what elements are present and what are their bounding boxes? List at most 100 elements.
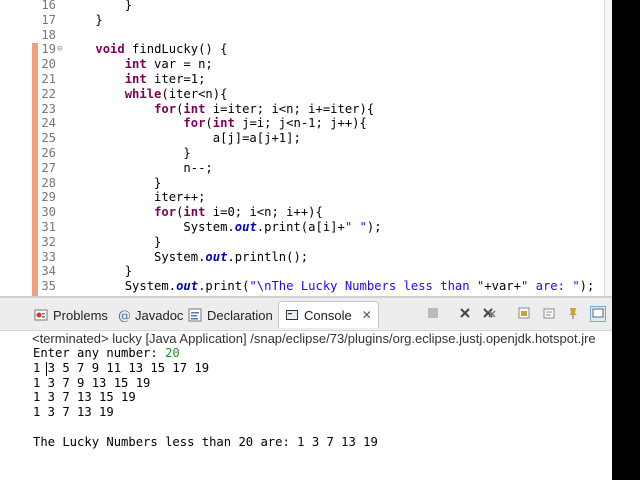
static-field-token: out xyxy=(234,220,257,234)
string-token: " " xyxy=(344,220,367,234)
code-editor[interactable]: 16 } 17 } 18 19 ⊖ void findLucky() {20 int v… xyxy=(0,0,612,296)
fold-toggle-icon[interactable]: ⊖ xyxy=(57,42,62,57)
prompt-line: Enter any number: 20 xyxy=(33,346,180,361)
console-output[interactable]: <terminated> lucky [Java Application] /s… xyxy=(0,331,612,480)
line-number: 19 xyxy=(41,42,56,57)
code-text: iter++; xyxy=(66,190,205,205)
code-line[interactable]: 22 while(iter<n){ xyxy=(0,87,612,102)
code-token: .print( xyxy=(198,279,250,294)
line-number: 28 xyxy=(41,175,56,190)
remove-launch-icon[interactable] xyxy=(458,306,472,320)
code-line[interactable]: 18 xyxy=(0,28,612,43)
code-line[interactable]: 23 for(int i=iter; i<n; i+=iter){ xyxy=(0,102,612,117)
pin-console-icon[interactable] xyxy=(566,306,580,320)
code-token: System. xyxy=(66,249,206,264)
code-text: System.out.print(a[i]+" "); xyxy=(66,220,381,235)
code-text: while(iter<n){ xyxy=(66,86,228,102)
code-token: } xyxy=(66,234,162,249)
problems-icon xyxy=(34,308,48,322)
code-token: n--; xyxy=(66,160,213,175)
code-token: } xyxy=(66,264,133,279)
code-line[interactable]: 27 n--; xyxy=(0,161,612,176)
code-line[interactable]: 31 System.out.print(a[i]+" "); xyxy=(0,220,612,235)
scroll-lock-icon[interactable] xyxy=(517,306,531,320)
keyword-token: void xyxy=(95,42,125,57)
code-text: } xyxy=(66,235,161,250)
code-line[interactable]: 24 for(int j=i; j<n-1; j++){ xyxy=(0,116,612,131)
console-output-line: 1 3 7 13 19 xyxy=(33,405,114,420)
code-text: } xyxy=(66,13,102,28)
terminated-status: <terminated> lucky [Java Application] /s… xyxy=(32,331,596,346)
code-line[interactable]: 25 a[j]=a[j+1]; xyxy=(0,131,612,146)
display-selected-console-icon[interactable] xyxy=(590,306,606,322)
close-icon[interactable]: ✕ xyxy=(362,308,372,322)
tab-console[interactable]: Console ✕ xyxy=(278,301,379,328)
code-line[interactable]: 33 System.out.println(); xyxy=(0,250,612,265)
code-line[interactable]: 20 int var = n; xyxy=(0,57,612,72)
line-number: 20 xyxy=(41,57,56,72)
line-number: 34 xyxy=(41,264,56,279)
console-output-line: The Lucky Numbers less than 20 are: 1 3 … xyxy=(33,434,378,449)
code-line[interactable]: 16 } xyxy=(0,0,612,13)
line-number: 22 xyxy=(41,86,56,101)
code-text: for(int i=iter; i<n; i+=iter){ xyxy=(66,102,374,117)
code-token: } xyxy=(66,146,191,160)
code-line[interactable]: 21 int iter=1; xyxy=(0,72,612,87)
clear-console-icon[interactable] xyxy=(542,306,556,320)
static-field-token: out xyxy=(176,279,199,294)
remove-all-terminated-icon[interactable] xyxy=(482,306,496,320)
console-icon xyxy=(285,308,299,322)
declaration-icon xyxy=(188,308,202,322)
code-text: } xyxy=(66,146,191,161)
javadoc-icon: @ xyxy=(116,308,131,324)
tab-problems[interactable]: Problems xyxy=(34,302,108,328)
code-text: a[j]=a[j+1]; xyxy=(66,131,301,146)
code-text: System.out.println(); xyxy=(66,250,308,265)
screen-edge xyxy=(612,0,640,480)
keyword-token: while xyxy=(124,86,162,101)
code-line[interactable]: 19 ⊖ void findLucky() { xyxy=(0,42,612,57)
code-line[interactable]: 35 System.out.print("\nThe Lucky Numbers… xyxy=(0,279,612,294)
view-tab-bar: Problems @ Javadoc Declaration Console ✕ xyxy=(0,298,612,331)
code-text: } xyxy=(66,0,132,13)
code-token: System. xyxy=(66,220,235,234)
tab-problems-label: Problems xyxy=(53,307,108,323)
code-token: .print(a[i]+ xyxy=(256,220,345,234)
line-number: 35 xyxy=(41,279,56,294)
keyword-token: int xyxy=(124,57,147,72)
code-token: findLucky() { xyxy=(124,42,228,57)
code-line[interactable]: 30 for(int i=0; i<n; i++){ xyxy=(0,205,612,220)
line-number: 23 xyxy=(41,101,56,116)
code-line[interactable]: 34 } xyxy=(0,264,612,279)
code-text: n--; xyxy=(66,160,213,176)
line-number: 24 xyxy=(41,116,56,131)
line-number: 21 xyxy=(41,72,56,86)
code-text: } xyxy=(66,176,161,191)
keyword-token: int xyxy=(183,101,206,116)
code-line[interactable]: 17 } xyxy=(0,13,612,28)
code-text: void findLucky() { xyxy=(66,42,227,57)
static-field-token: out xyxy=(205,249,228,264)
code-line[interactable]: 26 } xyxy=(0,146,612,161)
code-line[interactable]: 29 iter++; xyxy=(0,190,612,205)
code-token: iter=1; xyxy=(146,72,206,86)
line-number: 25 xyxy=(41,131,56,146)
console-output-line: 1 3 7 9 13 15 19 xyxy=(33,375,151,390)
line-number: 27 xyxy=(41,160,56,175)
code-token: ( xyxy=(205,116,213,131)
terminate-icon[interactable] xyxy=(426,306,440,320)
code-line[interactable]: 28 } xyxy=(0,176,612,191)
code-line[interactable]: 32 } xyxy=(0,235,612,250)
tab-javadoc[interactable]: @ Javadoc xyxy=(116,302,183,328)
tab-declaration[interactable]: Declaration xyxy=(188,302,273,328)
keyword-token: int xyxy=(124,72,147,86)
code-token: } xyxy=(66,175,162,190)
code-token: } xyxy=(66,0,133,12)
